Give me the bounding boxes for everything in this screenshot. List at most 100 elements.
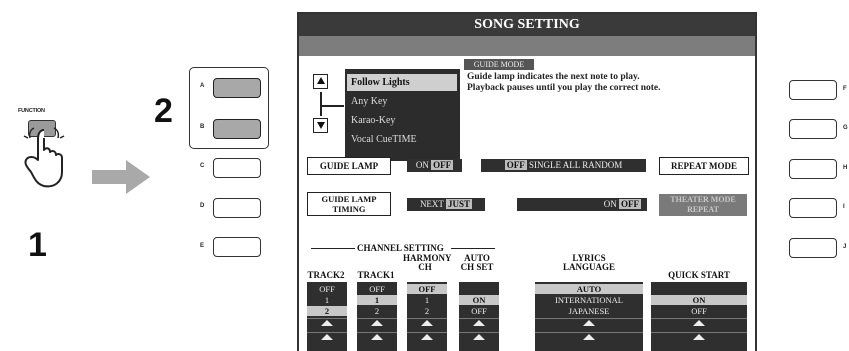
harmony-cell: OFF <box>407 284 447 294</box>
track2-head2: TRACK2 <box>307 270 345 280</box>
button-e-letter: E <box>200 243 205 249</box>
right-arrow-icon <box>92 160 150 194</box>
track1-up-icon <box>357 318 397 329</box>
track2-header: TRACK2 <box>305 262 347 280</box>
guide-lamp-label: GUIDE LAMP <box>307 157 391 175</box>
track1-cell: 1 <box>357 295 397 305</box>
button-h-letter: H <box>843 165 848 171</box>
track1-up2-icon <box>357 332 397 343</box>
button-h[interactable] <box>789 159 837 179</box>
auto-ch-set-header: AUTO CH SET <box>455 254 499 272</box>
auto-up2-icon <box>459 332 499 343</box>
guide-mode-list: Follow Lights Any Key Karao-Key Vocal Cu… <box>345 69 460 161</box>
button-d[interactable] <box>213 198 261 218</box>
guide-mode-label: GUIDE MODE <box>464 59 534 70</box>
track1-selector[interactable]: OFF 1 2 <box>357 282 397 351</box>
button-j[interactable] <box>789 238 837 258</box>
timing-next: NEXT <box>419 199 444 209</box>
guide-lamp-toggle[interactable]: ON OFF <box>407 159 462 172</box>
quick-head2: QUICK START <box>668 270 730 280</box>
lyrics-language-selector[interactable]: AUTO INTERNATIONAL JAPANESE <box>535 282 643 351</box>
auto-head2: CH SET <box>460 262 494 272</box>
timing-toggle[interactable]: NEXT JUST <box>407 198 485 211</box>
timing-just: JUST <box>446 199 473 209</box>
theater-mode-label: THEATER MODE REPEAT <box>659 194 747 216</box>
guide-lamp-on: ON <box>415 160 429 170</box>
quick-cell: ON <box>651 295 747 305</box>
harmony-up-icon <box>407 318 447 329</box>
guide-mode-item[interactable]: Any Key <box>347 93 457 110</box>
lyrics-cell: JAPANESE <box>568 306 610 316</box>
guide-lamp-timing-line2: TIMING <box>332 204 366 214</box>
screen-subtitle-bar <box>299 36 755 56</box>
quick-cell <box>651 284 747 294</box>
guide-mode-down-button[interactable] <box>313 118 328 133</box>
down-arrow-icon <box>316 122 325 129</box>
guide-mode-connector-h <box>320 105 344 107</box>
track2-cell: 2 <box>307 306 347 316</box>
button-c[interactable] <box>213 158 261 178</box>
guide-mode-connector <box>320 92 322 116</box>
harmony-selector[interactable]: OFF 1 2 <box>407 282 447 351</box>
track2-cell: 1 <box>324 295 330 305</box>
button-e[interactable] <box>213 237 261 257</box>
track2-up-icon <box>307 318 347 329</box>
track2-selector[interactable]: OFF 1 2 <box>307 282 347 351</box>
channel-setting-label: CHANNEL SETTING <box>357 243 444 253</box>
button-c-letter: C <box>200 163 205 169</box>
function-button-label: FUNCTION <box>18 108 45 114</box>
guide-mode-item[interactable]: Karao-Key <box>347 112 457 129</box>
track2-cell: OFF <box>319 284 335 294</box>
repeat-options[interactable]: OFF SINGLE ALL RANDOM <box>481 159 646 172</box>
auto-cell <box>459 284 499 294</box>
button-f[interactable] <box>789 80 837 100</box>
guide-mode-up-button[interactable] <box>313 74 328 89</box>
song-setting-screen: SONG SETTING GUIDE MODE Guide lamp indic… <box>297 12 757 351</box>
lyrics-cell: AUTO <box>535 284 643 294</box>
lyrics-head2: LANGUAGE <box>562 262 615 272</box>
guide-mode-description-1: Guide lamp indicates the next note to pl… <box>467 72 640 82</box>
repeat-mode-label: REPEAT MODE <box>659 157 749 175</box>
auto-cell: ON <box>459 295 499 305</box>
button-b[interactable] <box>213 119 261 139</box>
auto-ch-set-selector[interactable]: ON OFF <box>459 282 499 351</box>
button-d-letter: D <box>200 203 205 209</box>
quick-cell: OFF <box>691 306 707 316</box>
lyrics-language-header: LYRICS LANGUAGE <box>539 254 639 272</box>
quick-start-selector[interactable]: ON OFF <box>651 282 747 351</box>
guide-mode-item[interactable]: Follow Lights <box>347 74 457 91</box>
pressing-hand-icon <box>23 127 65 188</box>
harmony-header: HARMONY CH <box>403 254 452 272</box>
theater-mode-line2: REPEAT <box>687 205 719 214</box>
channel-setting-rule-right <box>451 248 495 249</box>
track1-cell: 2 <box>374 306 380 316</box>
track2-up2-icon <box>307 332 347 343</box>
guide-lamp-timing-line1: GUIDE LAMP <box>321 194 377 204</box>
up-arrow-icon <box>316 77 325 84</box>
button-j-letter: J <box>843 244 847 250</box>
harmony-up2-icon <box>407 332 447 343</box>
lyrics-cell: INTERNATIONAL <box>555 295 623 305</box>
quick-start-header: QUICK START <box>649 262 749 280</box>
track1-cell: OFF <box>369 284 385 294</box>
on-off-toggle[interactable]: ON OFF <box>517 198 647 211</box>
button-a[interactable] <box>213 78 261 98</box>
quick-up2-icon <box>651 332 747 343</box>
on-off-on: ON <box>603 199 617 209</box>
track1-head2: TRACK1 <box>357 270 395 280</box>
repeat-option-rest: SINGLE ALL RANDOM <box>529 160 623 170</box>
button-a-letter: A <box>200 83 205 89</box>
track1-header: TRACK1 <box>355 262 397 280</box>
button-g-letter: G <box>843 125 848 131</box>
step-number-2: 2 <box>154 92 173 130</box>
quick-up-icon <box>651 318 747 329</box>
button-g[interactable] <box>789 119 837 139</box>
auto-up-icon <box>459 318 499 329</box>
step-number-1: 1 <box>28 226 47 264</box>
harmony-cell: 2 <box>424 306 430 316</box>
button-b-letter: B <box>200 124 205 130</box>
button-i[interactable] <box>789 198 837 218</box>
guide-mode-item[interactable]: Vocal CueTIME <box>347 131 457 148</box>
guide-lamp-off: OFF <box>431 160 454 170</box>
guide-mode-description-2: Playback pauses until you play the corre… <box>467 83 661 93</box>
